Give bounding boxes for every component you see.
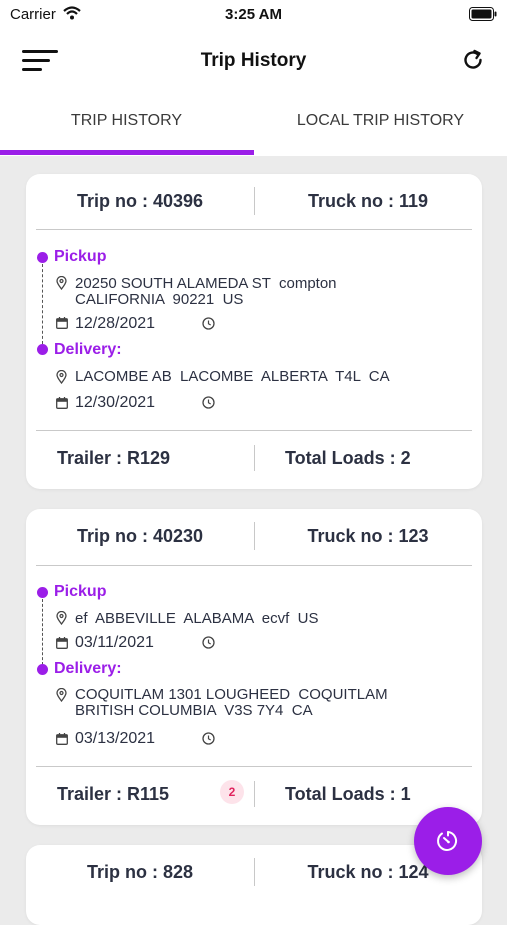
truck-number: Truck no : 119 — [307, 191, 429, 211]
clock-icon — [202, 636, 215, 649]
route-line — [42, 599, 43, 665]
calendar-icon — [56, 317, 68, 329]
location-pin-icon — [56, 276, 67, 290]
pickup-dot — [37, 587, 48, 598]
refresh-icon[interactable] — [461, 48, 485, 72]
divider — [36, 430, 472, 431]
trip-card[interactable]: Trip no : 828 Truck no : 124 — [26, 845, 482, 925]
trip-card[interactable]: Trip no : 40230 Truck no : 123 Pickup ef… — [26, 509, 482, 825]
pickup-date: 03/11/2021 — [75, 634, 154, 651]
divider — [254, 858, 255, 886]
divider — [36, 766, 472, 767]
delivery-address: COQUITLAM 1301 LOUGHEED COQUITLAM BRITIS… — [75, 686, 388, 719]
status-bar: Carrier 3:25 AM — [0, 0, 507, 30]
pickup-label: Pickup — [54, 583, 107, 600]
truck-number: Truck no : 123 — [307, 526, 429, 546]
divider — [36, 229, 472, 230]
trip-card[interactable]: Trip no : 40396 Truck no : 119 Pickup 20… — [26, 174, 482, 489]
trailer-number: Trailer : R129 — [57, 448, 171, 468]
clock-icon — [202, 317, 215, 330]
delivery-date: 12/30/2021 — [75, 394, 156, 411]
clock-icon — [202, 732, 215, 745]
timer-fab-button[interactable] — [414, 807, 482, 875]
calendar-icon — [56, 637, 68, 649]
divider — [254, 522, 255, 550]
battery-icon — [469, 7, 497, 21]
trip-number: Trip no : 40396 — [76, 191, 204, 211]
pickup-dot — [37, 252, 48, 263]
total-loads: Total Loads : 1 — [285, 784, 411, 804]
location-pin-icon — [56, 688, 67, 702]
timer-icon — [437, 831, 457, 851]
route-line — [42, 264, 43, 344]
pickup-address: 20250 SOUTH ALAMEDA ST compton CALIFORNI… — [75, 275, 337, 308]
page-title: Trip History — [200, 50, 307, 71]
pickup-address: ef ABBEVILLE ALABAMA ecvf US — [75, 610, 319, 627]
tab-bar: TRIP HISTORY LOCAL TRIP HISTORY — [0, 92, 507, 156]
total-loads: Total Loads : 2 — [285, 448, 411, 468]
calendar-icon — [56, 397, 68, 409]
location-pin-icon — [56, 611, 67, 625]
status-time: 3:25 AM — [225, 6, 282, 23]
clock-icon — [202, 396, 215, 409]
delivery-label: Delivery: — [54, 660, 122, 677]
trip-number: Trip no : 40230 — [76, 526, 204, 546]
delivery-date: 03/13/2021 — [75, 730, 156, 747]
tab-trip-history[interactable]: TRIP HISTORY — [0, 92, 253, 156]
pickup-label: Pickup — [54, 248, 107, 265]
divider — [254, 187, 255, 215]
delivery-dot — [37, 344, 48, 355]
tab-local-trip-history[interactable]: LOCAL TRIP HISTORY — [254, 92, 507, 156]
delivery-dot — [37, 664, 48, 675]
delivery-label: Delivery: — [54, 341, 122, 358]
divider — [36, 565, 472, 566]
delivery-address: LACOMBE AB LACOMBE ALBERTA T4L CA — [75, 368, 390, 385]
notification-badge[interactable]: 2 — [220, 780, 244, 804]
divider — [254, 445, 255, 471]
app-header: Trip History — [0, 30, 507, 92]
active-tab-indicator — [0, 150, 254, 155]
trip-number: Trip no : 828 — [86, 862, 194, 882]
divider — [254, 781, 255, 807]
trailer-number: Trailer : R115 — [57, 784, 170, 804]
pickup-date: 12/28/2021 — [75, 315, 156, 332]
location-pin-icon — [56, 370, 67, 384]
calendar-icon — [56, 733, 68, 745]
